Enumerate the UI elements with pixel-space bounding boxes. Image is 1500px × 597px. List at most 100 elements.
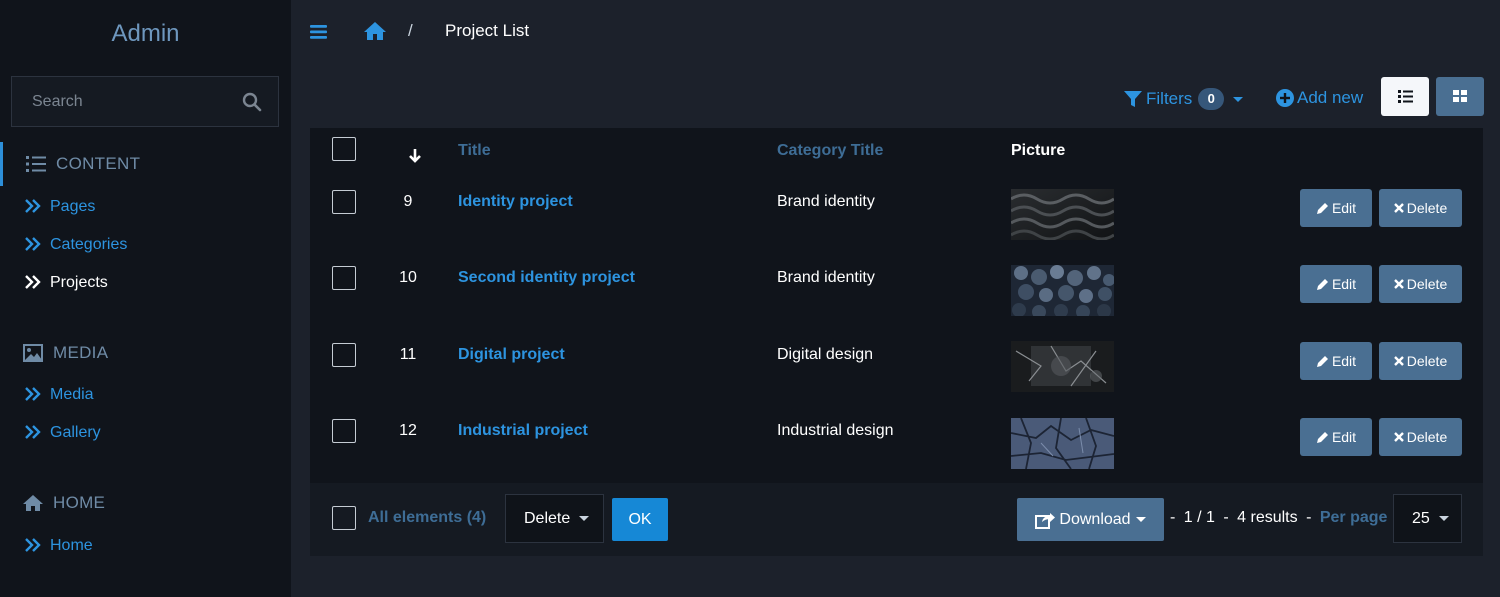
sidebar-item-projects[interactable]: Projects [0, 268, 291, 298]
sidebar-section-media[interactable]: MEDIA [0, 331, 291, 375]
breadcrumb-separator: / [408, 21, 413, 40]
search-input[interactable]: Search [32, 93, 83, 111]
pencil-icon [1316, 202, 1328, 214]
close-icon [1393, 279, 1404, 289]
row-title-link[interactable]: Industrial project [458, 422, 588, 440]
all-elements-label[interactable]: All elements (4) [368, 509, 486, 527]
row-category: Digital design [777, 346, 874, 363]
column-header-picture: Picture [1011, 142, 1066, 159]
close-icon [1393, 203, 1404, 213]
caret-down-icon [1438, 516, 1449, 521]
delete-button[interactable]: Delete [1379, 265, 1462, 303]
sidebar-item-label: Pages [50, 198, 96, 215]
row-title-link[interactable]: Identity project [458, 193, 573, 211]
row-checkbox[interactable] [332, 419, 356, 443]
sidebar-item-categories[interactable]: Categories [0, 230, 291, 260]
pager-pages: 1 / 1 [1183, 509, 1215, 526]
sidebar: Admin Search CONTENT Pages Categories Pr… [0, 0, 291, 597]
row-title-link[interactable]: Digital project [458, 346, 565, 364]
filters-label: Filters [1146, 89, 1193, 108]
edit-label: Edit [1331, 200, 1357, 216]
pager: - 1 / 1 - 4 results - Per page [1170, 509, 1387, 527]
caret-down-icon [1135, 517, 1146, 522]
search-box[interactable]: Search [11, 76, 279, 127]
row-checkbox[interactable] [332, 190, 356, 214]
home-icon [23, 495, 43, 511]
batch-action-value: Delete [524, 509, 571, 527]
row-title-link[interactable]: Second identity project [458, 269, 635, 287]
row-checkbox[interactable] [332, 343, 356, 367]
sidebar-item-label: Media [50, 386, 94, 403]
pencil-icon [1316, 355, 1328, 367]
all-elements-checkbox[interactable] [332, 506, 356, 530]
batch-action-select[interactable]: Delete [505, 494, 604, 543]
image-icon [23, 344, 43, 362]
caret-down-icon [579, 516, 590, 521]
pager-results: 4 results [1237, 509, 1298, 526]
column-header-category[interactable]: Category Title [777, 142, 883, 160]
breadcrumb-current: Project List [445, 21, 530, 40]
edit-label: Edit [1331, 429, 1357, 445]
project-thumbnail [1011, 418, 1114, 469]
edit-label: Edit [1331, 353, 1357, 369]
sidebar-item-media[interactable]: Media [0, 380, 291, 410]
filters-dropdown[interactable]: Filters 0 [1124, 86, 1244, 112]
delete-label: Delete [1406, 353, 1448, 369]
row-id: 9 [403, 193, 413, 210]
sidebar-item-pages[interactable]: Pages [0, 192, 291, 222]
double-chevron-right-icon [25, 387, 41, 401]
edit-button[interactable]: Edit [1300, 418, 1372, 456]
edit-button[interactable]: Edit [1300, 265, 1372, 303]
plus-circle-icon [1276, 89, 1294, 107]
sidebar-item-gallery[interactable]: Gallery [0, 418, 291, 448]
project-thumbnail [1011, 189, 1114, 240]
sidebar-item-label: Gallery [50, 424, 101, 441]
sidebar-item-label: Categories [50, 236, 128, 253]
sidebar-section-content[interactable]: CONTENT [0, 142, 291, 186]
row-id: 11 [399, 346, 417, 363]
ok-label: OK [628, 510, 652, 528]
column-header-title[interactable]: Title [458, 142, 491, 160]
row-category: Industrial design [777, 422, 894, 439]
list-view-icon [1398, 90, 1413, 103]
sidebar-section-label: HOME [53, 493, 106, 512]
row-id: 12 [399, 422, 417, 439]
breadcrumb-home-icon[interactable] [364, 21, 386, 41]
share-export-icon [1035, 512, 1056, 529]
add-new-button[interactable]: Add new [1276, 86, 1363, 110]
sidebar-section-label: CONTENT [56, 154, 141, 173]
select-all-checkbox[interactable] [332, 137, 356, 161]
per-page-value: 25 [1412, 509, 1430, 527]
list-view-button[interactable] [1381, 77, 1429, 116]
search-icon[interactable] [242, 92, 262, 112]
delete-button[interactable]: Delete [1379, 342, 1462, 380]
per-page-select[interactable]: 25 [1393, 494, 1462, 543]
delete-label: Delete [1406, 429, 1448, 445]
hamburger-menu-icon[interactable] [309, 22, 329, 42]
close-icon [1393, 356, 1404, 366]
per-page-label: Per page [1319, 509, 1388, 526]
sidebar-section-home[interactable]: HOME [0, 481, 291, 525]
sidebar-item-home[interactable]: Home [0, 531, 291, 561]
pencil-icon [1316, 278, 1328, 290]
double-chevron-right-icon [25, 538, 41, 552]
ok-button[interactable]: OK [612, 498, 668, 541]
add-new-label: Add new [1297, 88, 1364, 107]
close-icon [1393, 432, 1404, 442]
row-checkbox[interactable] [332, 266, 356, 290]
caret-down-icon [1233, 96, 1244, 102]
row-category: Brand identity [777, 269, 875, 286]
download-button[interactable]: Download [1017, 498, 1164, 541]
double-chevron-right-icon [25, 237, 41, 251]
grid-view-button[interactable] [1436, 77, 1484, 116]
sort-arrow-down-icon[interactable] [408, 148, 422, 163]
row-id: 10 [399, 269, 417, 286]
delete-button[interactable]: Delete [1379, 189, 1462, 227]
brand-title[interactable]: Admin [0, 20, 291, 48]
pager-dash: - [1223, 509, 1229, 526]
delete-label: Delete [1406, 200, 1448, 216]
edit-button[interactable]: Edit [1300, 189, 1372, 227]
edit-button[interactable]: Edit [1300, 342, 1372, 380]
delete-button[interactable]: Delete [1379, 418, 1462, 456]
pager-dash: - [1170, 509, 1176, 526]
